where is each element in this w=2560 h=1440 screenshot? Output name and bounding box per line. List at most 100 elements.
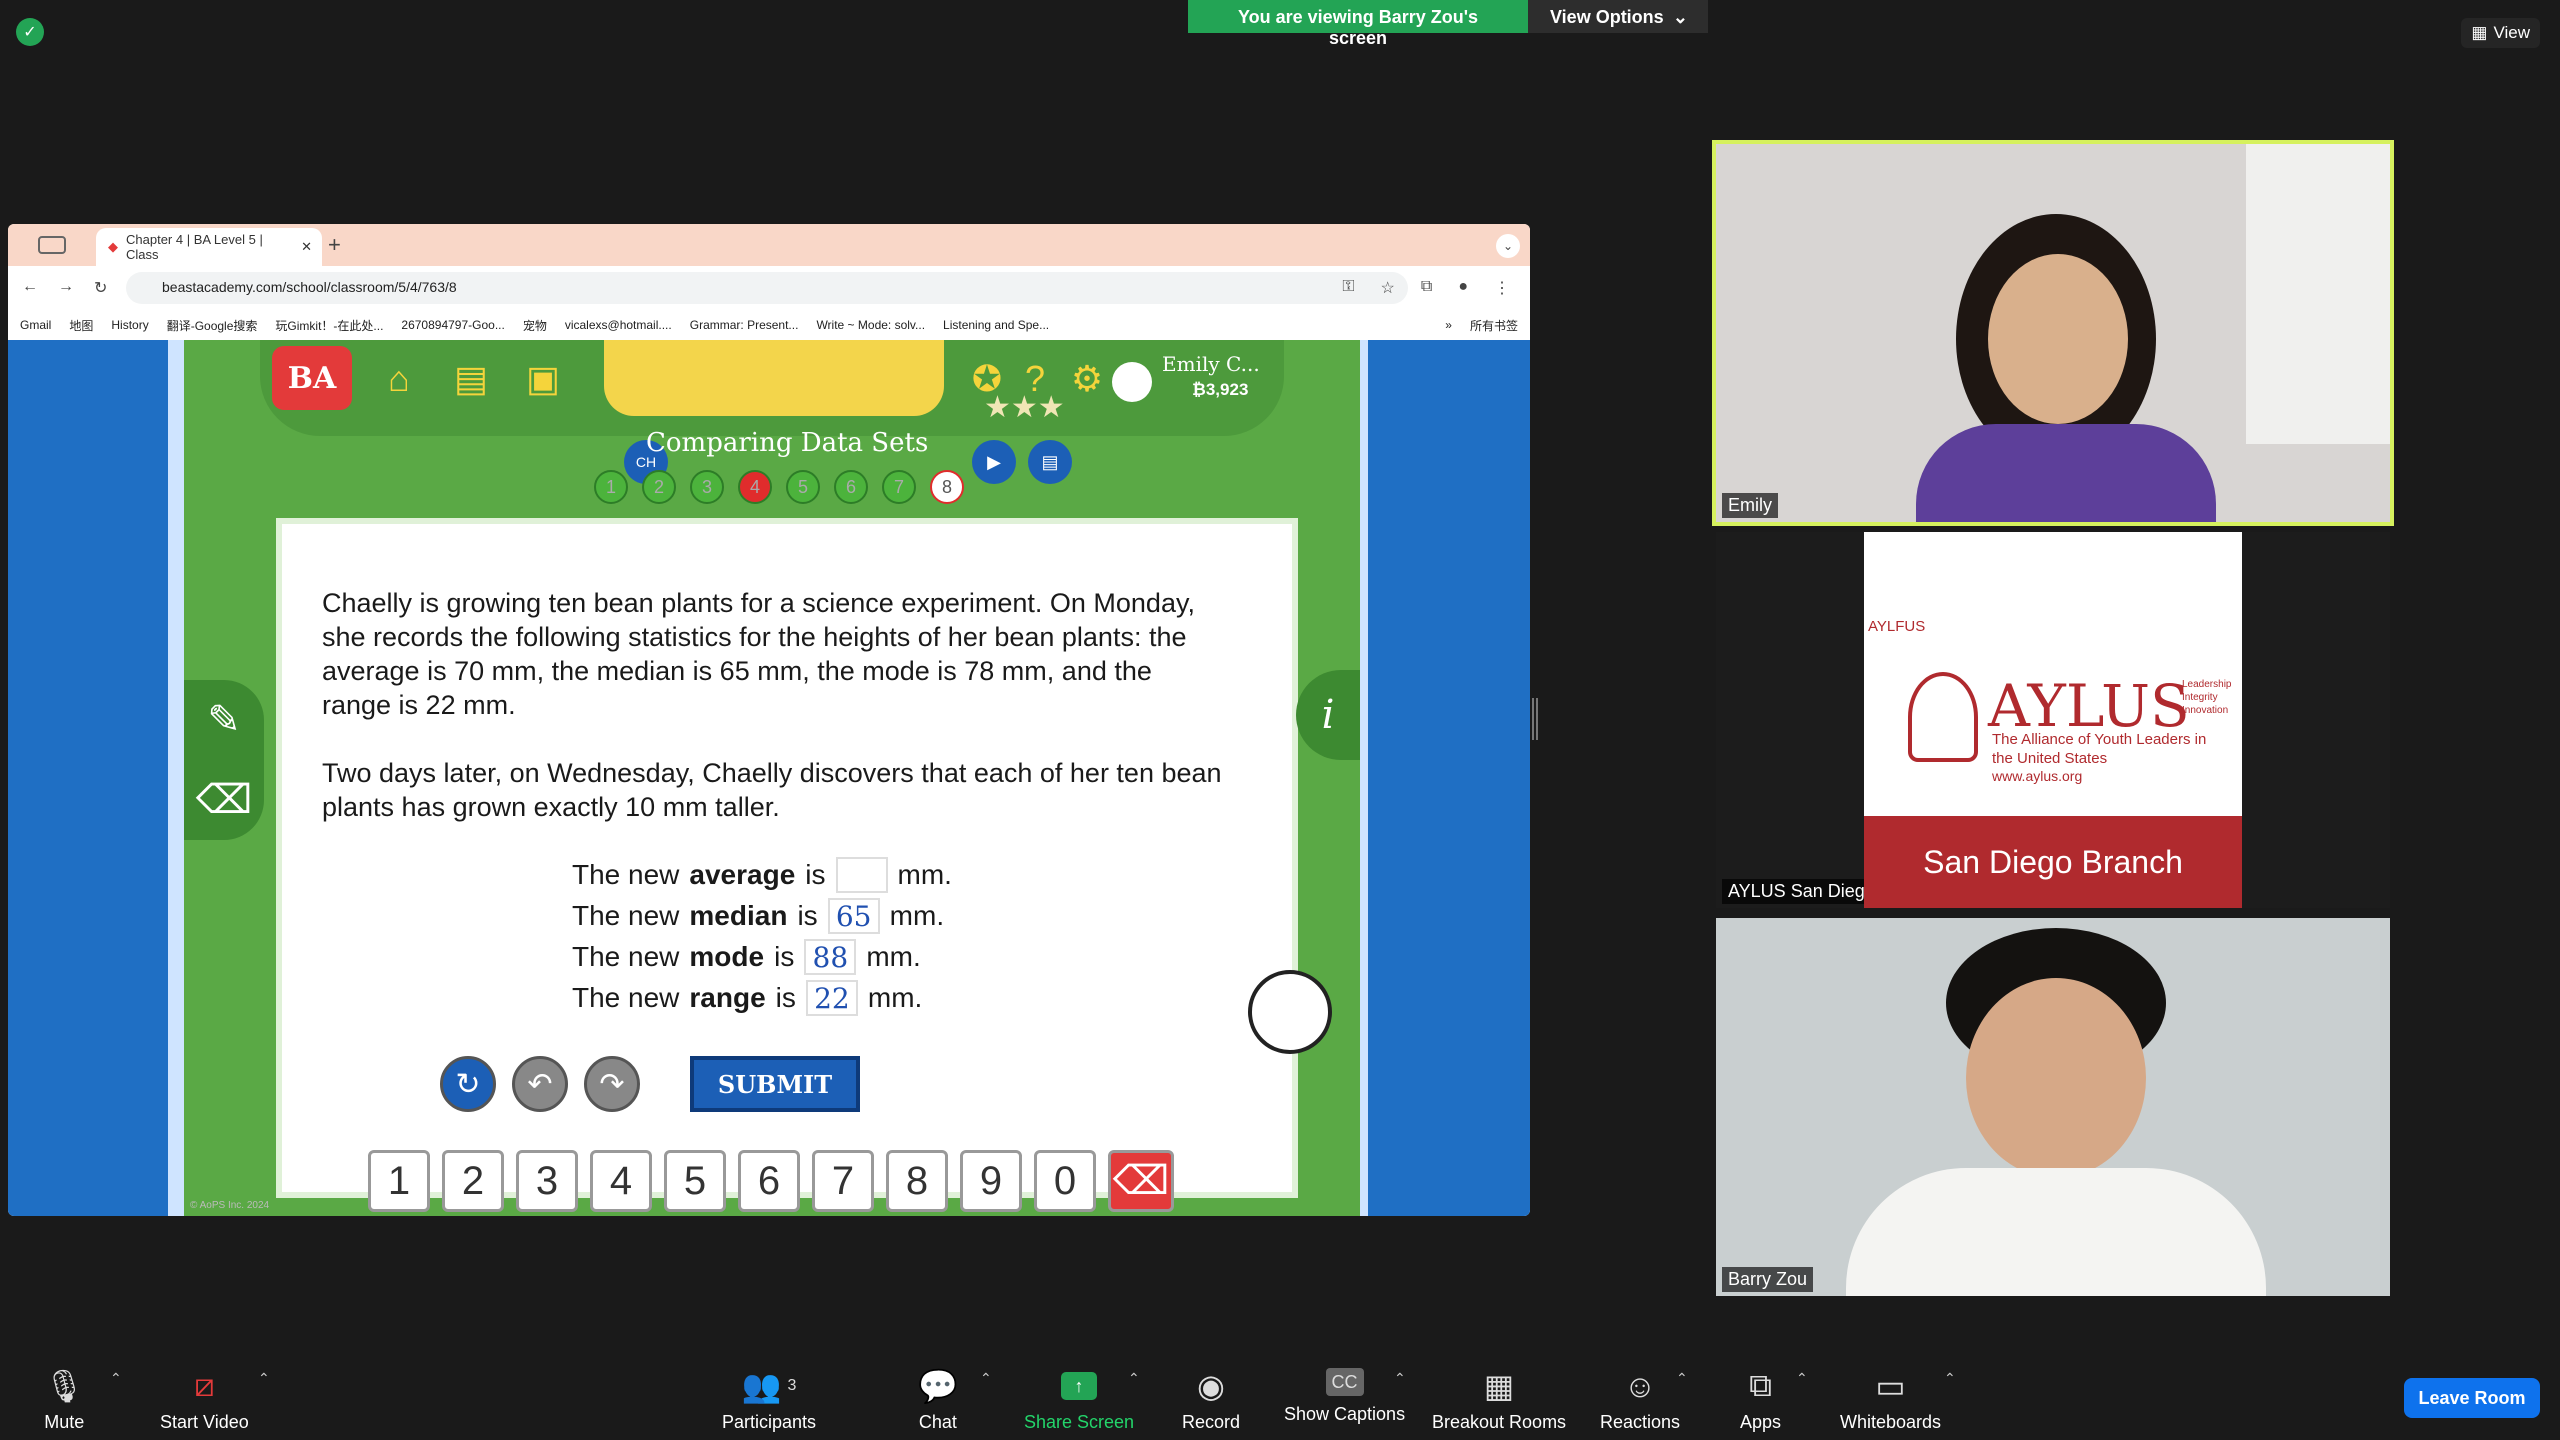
- numpad-key-9[interactable]: 9: [960, 1150, 1022, 1212]
- apps-options-caret-icon[interactable]: ⌃: [1796, 1370, 1808, 1387]
- answer-unit: mm.: [889, 900, 945, 931]
- bookmark-history[interactable]: History: [111, 318, 148, 332]
- mode-answer-input[interactable]: 88: [804, 938, 857, 975]
- video-icon[interactable]: ▣: [518, 354, 568, 404]
- bookmark-gimkit[interactable]: 玩Gimkit！-在此处...: [275, 317, 383, 334]
- range-answer-input[interactable]: 22: [805, 979, 858, 1016]
- redo-icon[interactable]: ↷: [584, 1056, 640, 1112]
- reading-icon[interactable]: ▤: [1028, 440, 1072, 484]
- panel-resize-handle[interactable]: [1532, 698, 1538, 740]
- numpad-key-8[interactable]: 8: [886, 1150, 948, 1212]
- bookmark-gmail[interactable]: Gmail: [20, 318, 51, 332]
- audio-options-caret-icon[interactable]: ⌃: [110, 1370, 122, 1387]
- bookmark-listening[interactable]: Listening and Spe...: [943, 318, 1049, 332]
- problem-dot-2[interactable]: 2: [642, 470, 676, 504]
- problem-dot-6[interactable]: 6: [834, 470, 868, 504]
- chat-button[interactable]: 💬 Chat: [918, 1368, 958, 1433]
- info-button[interactable]: i: [1296, 670, 1360, 760]
- password-key-icon[interactable]: ⚿: [1342, 278, 1354, 298]
- reload-icon[interactable]: ↻: [94, 278, 107, 298]
- browser-tab-active[interactable]: ◆ Chapter 4 | BA Level 5 | Class ✕: [96, 228, 322, 266]
- numpad-key-2[interactable]: 2: [442, 1150, 504, 1212]
- tab-list-chevron-icon[interactable]: ⌄: [1496, 234, 1520, 258]
- browser-menu-icon[interactable]: ⋮: [1494, 278, 1510, 298]
- mute-button[interactable]: 🎙 Mute: [44, 1368, 85, 1433]
- record-button[interactable]: ◉ Record: [1182, 1368, 1240, 1433]
- numpad-key-4[interactable]: 4: [590, 1150, 652, 1212]
- share-options-caret-icon[interactable]: ⌃: [1128, 1370, 1140, 1387]
- bookmark-grammar[interactable]: Grammar: Present...: [690, 318, 799, 332]
- reactions-options-caret-icon[interactable]: ⌃: [1676, 1370, 1688, 1387]
- numpad-key-7[interactable]: 7: [812, 1150, 874, 1212]
- ba-logo[interactable]: BA: [272, 346, 352, 410]
- forward-arrow-icon[interactable]: →: [58, 278, 74, 298]
- profile-avatar-icon[interactable]: ●: [1458, 278, 1468, 298]
- eraser-icon[interactable]: ⌫: [196, 777, 253, 823]
- backspace-key-icon[interactable]: ⌫: [1108, 1150, 1174, 1212]
- answer-prefix: The new: [572, 900, 680, 931]
- numpad-key-1[interactable]: 1: [368, 1150, 430, 1212]
- problem-dot-1[interactable]: 1: [594, 470, 628, 504]
- bookmark-hotmail[interactable]: vicalexs@hotmail....: [565, 318, 672, 332]
- problem-dot-8[interactable]: 8: [930, 470, 964, 504]
- participants-button[interactable]: 👥 3 Participants: [722, 1368, 816, 1433]
- captions-options-caret-icon[interactable]: ⌃: [1394, 1370, 1406, 1387]
- apps-button[interactable]: ⧉ Apps: [1740, 1367, 1782, 1433]
- settings-gear-icon[interactable]: ⚙: [1062, 354, 1112, 404]
- whiteboards-button[interactable]: ▭ Whiteboards: [1840, 1368, 1941, 1433]
- security-shield-icon[interactable]: ✓: [16, 18, 44, 46]
- leave-room-button[interactable]: Leave Room: [2404, 1378, 2540, 1418]
- book-icon[interactable]: ▤: [446, 354, 496, 404]
- numpad-key-6[interactable]: 6: [738, 1150, 800, 1212]
- viewing-banner: You are viewing Barry Zou's screen View …: [1188, 0, 1708, 48]
- bookmark-translate[interactable]: 翻译-Google搜索: [167, 317, 258, 334]
- bookmark-write-mode[interactable]: Write ~ Mode: solv...: [816, 318, 925, 332]
- numpad-key-3[interactable]: 3: [516, 1150, 578, 1212]
- bookmark-star-icon[interactable]: ☆: [1381, 278, 1395, 298]
- video-options-caret-icon[interactable]: ⌃: [258, 1370, 270, 1387]
- submit-button[interactable]: SUBMIT: [690, 1056, 860, 1112]
- pencil-icon[interactable]: ✎: [207, 697, 241, 743]
- share-screen-button[interactable]: ↑ Share Screen: [1024, 1368, 1134, 1433]
- view-button[interactable]: ▦ View: [2461, 18, 2540, 48]
- problem-dot-7[interactable]: 7: [882, 470, 916, 504]
- video-tile-emily[interactable]: Emily: [1712, 140, 2394, 526]
- video-tile-barry[interactable]: Barry Zou: [1716, 918, 2390, 1296]
- play-video-icon[interactable]: ▶: [972, 440, 1016, 484]
- problem-dot-4[interactable]: 4: [738, 470, 772, 504]
- chat-options-caret-icon[interactable]: ⌃: [980, 1370, 992, 1387]
- whiteboards-options-caret-icon[interactable]: ⌃: [1944, 1370, 1956, 1387]
- share-icon-wrap: ↑: [1061, 1368, 1098, 1404]
- user-avatar[interactable]: [1112, 362, 1152, 402]
- bookmark-pets[interactable]: 宠物: [523, 317, 547, 334]
- badge-icon[interactable]: ✪: [962, 354, 1012, 404]
- tab-search-icon[interactable]: [38, 236, 66, 254]
- numpad-key-0[interactable]: 0: [1034, 1150, 1096, 1212]
- new-tab-icon[interactable]: +: [328, 232, 341, 258]
- back-arrow-icon[interactable]: ←: [22, 278, 38, 298]
- user-name[interactable]: Emily C...: [1162, 352, 1260, 376]
- average-answer-input[interactable]: [835, 856, 888, 893]
- breakout-rooms-button[interactable]: ▦ Breakout Rooms: [1432, 1368, 1566, 1433]
- reactions-button[interactable]: ☺ Reactions: [1600, 1368, 1680, 1433]
- median-answer-input[interactable]: 65: [827, 897, 880, 934]
- all-bookmarks-folder[interactable]: 所有书签: [1470, 317, 1518, 334]
- problem-dot-5[interactable]: 5: [786, 470, 820, 504]
- view-options-button[interactable]: View Options ⌄: [1528, 0, 1708, 33]
- bookmark-google-doc[interactable]: 2670894797-Goo...: [401, 318, 504, 332]
- close-tab-icon[interactable]: ✕: [301, 239, 312, 255]
- browser-tab-strip: ◆ Chapter 4 | BA Level 5 | Class ✕ + ⌄: [8, 224, 1530, 266]
- bookmarks-more[interactable]: »: [1445, 318, 1452, 332]
- apps-label: Apps: [1740, 1412, 1782, 1432]
- home-icon[interactable]: ⌂: [374, 354, 424, 404]
- show-captions-button[interactable]: CC Show Captions: [1284, 1368, 1405, 1425]
- address-bar[interactable]: beastacademy.com/school/classroom/5/4/76…: [126, 272, 1408, 304]
- numpad-key-5[interactable]: 5: [664, 1150, 726, 1212]
- extensions-icon[interactable]: ⧉: [1421, 278, 1432, 298]
- help-icon[interactable]: ?: [1010, 354, 1060, 404]
- start-video-button[interactable]: ⧄ Start Video: [160, 1367, 249, 1433]
- undo-icon[interactable]: ↶: [512, 1056, 568, 1112]
- reset-icon[interactable]: ↻: [440, 1056, 496, 1112]
- problem-dot-3[interactable]: 3: [690, 470, 724, 504]
- bookmark-maps[interactable]: 地图: [69, 317, 93, 334]
